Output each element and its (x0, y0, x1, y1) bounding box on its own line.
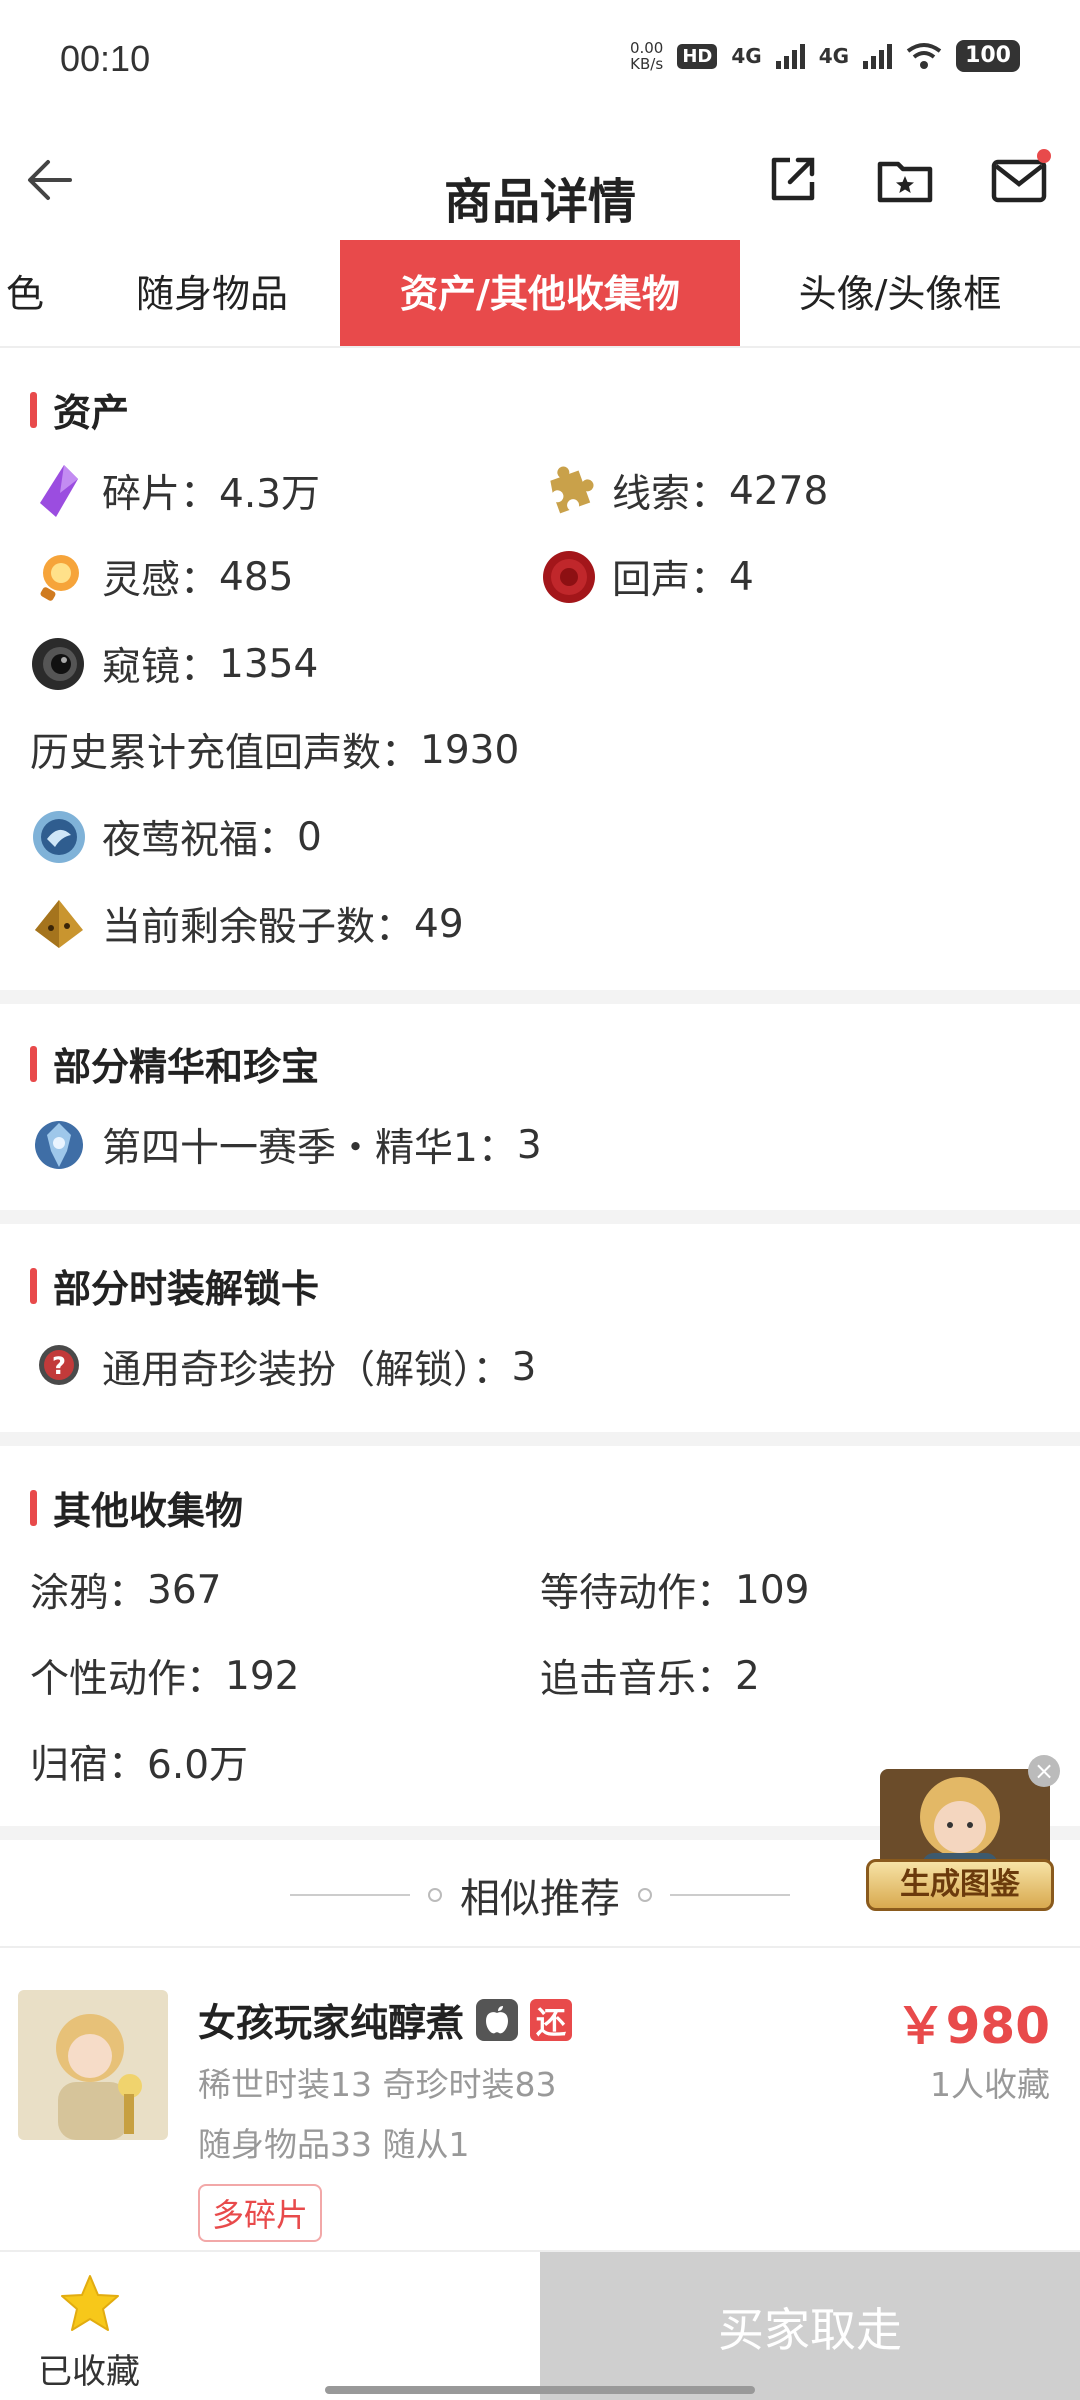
collectible-chase-music: 追击音乐： 2 (540, 1653, 760, 1703)
lens-icon (30, 635, 88, 693)
header: 商品详情 (0, 120, 1080, 240)
section-divider (0, 990, 1080, 1004)
recommend-card[interactable]: 女孩玩家纯醇煮 还 稀世时装13 奇珍时装83 随身物品33 随从1 多碎片 ￥… (0, 1950, 1080, 2250)
dice-icon (30, 895, 88, 953)
asset-lens: 窥镜： 1354 (30, 635, 318, 693)
asset-dice: 当前剩余骰子数： 49 (30, 895, 464, 953)
asset-echo: 回声： 4 (540, 548, 754, 606)
collectible-emote: 个性动作： 192 (30, 1653, 300, 1703)
close-icon[interactable]: × (1028, 1755, 1060, 1787)
battery-icon: 100 (956, 40, 1020, 72)
collectible-residence: 归宿： 6.0万 (30, 1743, 249, 1788)
section-accent-bar (30, 1489, 37, 1526)
echo-seal-icon (540, 548, 598, 606)
essence-orb-icon (30, 1116, 88, 1174)
section-accent-bar (30, 1045, 37, 1082)
sim2-label: 4G (818, 44, 850, 68)
svg-text:?: ? (52, 1352, 66, 1380)
card-favorites-count: 1人收藏 (930, 2065, 1050, 2104)
bottom-action-bar: 已收藏 买家取走 (0, 2250, 1080, 2400)
section-title-essence: 部分精华和珍宝 (30, 1036, 319, 1091)
unlock-card-item: ? 通用奇珍装扮（解锁）： 3 (30, 1338, 536, 1396)
card-items-line: 随身物品33 随从1 (198, 2125, 470, 2164)
hd-icon: HD (677, 43, 718, 69)
apple-icon (476, 1998, 519, 2041)
message-icon[interactable] (986, 146, 1052, 212)
asset-total-recharge: 历史累计充值回声数： 1930 (30, 727, 520, 777)
crystal-shard-icon (30, 462, 88, 520)
inspiration-bulb-icon (30, 548, 88, 606)
tab-accessories[interactable]: 随身物品 (88, 240, 336, 346)
unlock-card-icon: ? (30, 1338, 88, 1396)
generate-catalog-label[interactable]: 生成图鉴 (866, 1859, 1054, 1911)
wifi-icon (906, 43, 942, 69)
card-skins-line: 稀世时装13 奇珍时装83 (198, 2065, 557, 2104)
card-tag: 多碎片 (198, 2184, 323, 2242)
section-title-collectibles: 其他收集物 (30, 1480, 243, 1535)
asset-shards: 碎片： 4.3万 (30, 462, 320, 520)
asset-nightingale-blessing: 夜莺祝福： 0 (30, 808, 322, 866)
collectible-graffiti: 涂鸦： 367 (30, 1567, 222, 1617)
buyer-pickup-button[interactable]: 买家取走 (540, 2252, 1080, 2400)
essence-item: 第四十一赛季・精华1： 3 (30, 1116, 542, 1174)
puzzle-clue-icon (540, 462, 598, 520)
asset-clues: 线索： 4278 (540, 462, 828, 520)
status-icons: 0.00 KB/s HD 4G 4G 100 (630, 40, 1020, 72)
return-badge: 还 (530, 1998, 573, 2041)
favorite-folder-icon[interactable] (872, 146, 938, 212)
star-icon (61, 2275, 119, 2331)
tab-assets-collectibles[interactable]: 资产/其他收集物 (340, 240, 740, 346)
tab-avatar-frame[interactable]: 头像/头像框 (770, 240, 1030, 346)
tab-character[interactable]: 色 (0, 240, 50, 346)
card-title[interactable]: 女孩玩家纯醇煮 还 (198, 1992, 573, 2047)
network-speed: 0.00 KB/s (629, 39, 664, 73)
favorite-label: 已收藏 (38, 2352, 140, 2392)
status-bar: 00:10 0.00 KB/s HD 4G 4G 100 (0, 0, 1080, 120)
sim1-label: 4G (731, 44, 762, 68)
divider (0, 1946, 1080, 1948)
card-thumbnail[interactable] (18, 1990, 168, 2140)
asset-inspiration: 灵感： 485 (30, 548, 293, 606)
section-accent-bar (30, 1267, 37, 1304)
nightingale-blessing-icon (30, 808, 88, 866)
category-tabs: 色 随身物品 资产/其他收集物 头像/头像框 (0, 240, 1080, 348)
section-title-assets: 资产 (30, 382, 129, 437)
home-indicator[interactable] (325, 2386, 755, 2394)
section-accent-bar (30, 391, 37, 428)
generate-catalog-widget[interactable]: × 生成图鉴 (860, 1755, 1060, 1925)
section-title-unlock-cards: 部分时装解锁卡 (30, 1258, 319, 1313)
signal-icon (775, 43, 805, 69)
share-icon[interactable] (760, 146, 826, 212)
section-divider (0, 1432, 1080, 1446)
signal-icon (863, 43, 893, 69)
status-time: 00:10 (60, 38, 151, 79)
collectible-idle-action: 等待动作： 109 (540, 1567, 810, 1617)
card-price: ￥980 (895, 1997, 1050, 2055)
section-divider (0, 1210, 1080, 1224)
favorite-button[interactable]: 已收藏 (0, 2252, 540, 2400)
recommend-title: 相似推荐 (460, 1876, 620, 1922)
